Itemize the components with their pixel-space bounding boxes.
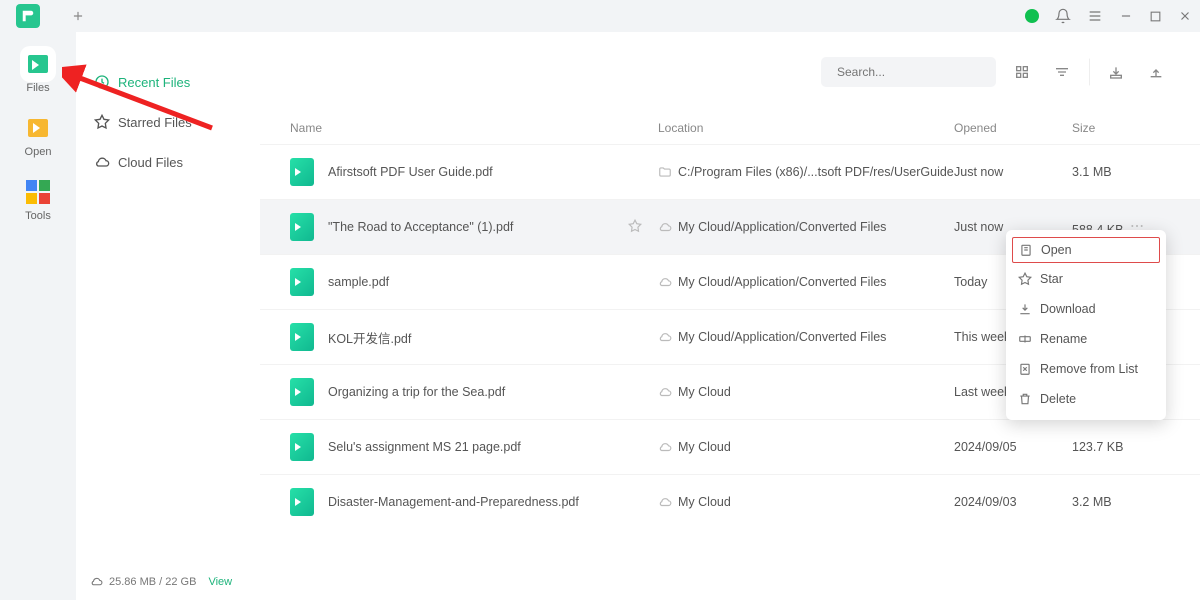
file-name: Organizing a trip for the Sea.pdf: [328, 385, 505, 399]
file-location: My Cloud: [678, 440, 731, 454]
file-location: My Cloud/Application/Converted Files: [678, 220, 886, 234]
storage-text: 25.86 MB / 22 GB: [109, 576, 196, 588]
file-opened: 2024/09/05: [954, 440, 1072, 454]
sidebar-item-cloud[interactable]: Cloud Files: [76, 142, 260, 182]
file-size: 3.2 MB: [1072, 495, 1170, 509]
sort-icon[interactable]: [1048, 58, 1076, 86]
file-name: Afirstsoft PDF User Guide.pdf: [328, 165, 493, 179]
navrail-item-tools[interactable]: Tools: [14, 178, 62, 222]
file-name: KOL开发信.pdf: [328, 328, 411, 347]
titlebar: [0, 0, 1200, 32]
navrail-item-files[interactable]: Files: [14, 50, 62, 94]
sidebar-item-recent[interactable]: Recent Files: [76, 62, 260, 102]
ctx-remove[interactable]: Remove from List: [1006, 354, 1166, 384]
main-toolbar: [260, 32, 1200, 112]
app-logo[interactable]: [16, 4, 40, 28]
search-input-wrap[interactable]: [821, 57, 996, 87]
file-location: C:/Program Files (x86)/...tsoft PDF/res/…: [678, 165, 954, 179]
titlebar-actions: [1025, 8, 1192, 24]
maximize-icon[interactable]: [1149, 10, 1162, 23]
file-icon: [290, 158, 314, 186]
table-header: Name Location Opened Size: [260, 112, 1200, 144]
col-header-size[interactable]: Size: [1072, 121, 1170, 135]
import-icon[interactable]: [1102, 58, 1130, 86]
file-name: Selu's assignment MS 21 page.pdf: [328, 440, 521, 454]
sidebar-item-starred[interactable]: Starred Files: [76, 102, 260, 142]
table-row[interactable]: Afirstsoft PDF User Guide.pdf C:/Program…: [260, 144, 1200, 199]
file-location: My Cloud/Application/Converted Files: [678, 275, 886, 289]
ctx-star[interactable]: Star: [1006, 264, 1166, 294]
cloud-icon: [658, 385, 672, 399]
table-row[interactable]: Selu's assignment MS 21 page.pdf My Clou…: [260, 419, 1200, 474]
file-icon: [290, 268, 314, 296]
file-opened: Just now: [954, 165, 1072, 179]
file-name: "The Road to Acceptance" (1).pdf: [328, 220, 513, 234]
col-header-opened[interactable]: Opened: [954, 121, 1072, 135]
context-menu: Open Star Download Rename Remove from Li…: [1006, 230, 1166, 420]
file-icon: [290, 433, 314, 461]
ctx-open[interactable]: Open: [1012, 237, 1160, 263]
navrail-item-open[interactable]: Open: [14, 114, 62, 158]
cloud-icon: [658, 275, 672, 289]
close-icon[interactable]: [1178, 9, 1192, 23]
file-size: 3.1 MB: [1072, 165, 1170, 179]
file-icon: [290, 323, 314, 351]
status-indicator-icon[interactable]: [1025, 9, 1039, 23]
table-row[interactable]: Disaster-Management-and-Preparedness.pdf…: [260, 474, 1200, 529]
cloud-icon: [658, 330, 672, 344]
storage-view-link[interactable]: View: [208, 576, 232, 588]
search-input[interactable]: [837, 65, 992, 79]
file-size: 123.7 KB: [1072, 440, 1170, 454]
cloud-icon: [658, 220, 672, 234]
file-icon: [290, 378, 314, 406]
grid-view-icon[interactable]: [1008, 58, 1036, 86]
ctx-download[interactable]: Download: [1006, 294, 1166, 324]
menu-icon[interactable]: [1087, 8, 1103, 24]
ctx-delete[interactable]: Delete: [1006, 384, 1166, 414]
file-icon: [290, 213, 314, 241]
col-header-location[interactable]: Location: [658, 121, 954, 135]
file-location: My Cloud/Application/Converted Files: [678, 330, 886, 344]
file-opened: 2024/09/03: [954, 495, 1072, 509]
file-name: sample.pdf: [328, 275, 389, 289]
new-tab-button[interactable]: [64, 2, 92, 30]
bell-icon[interactable]: [1055, 8, 1071, 24]
col-header-name[interactable]: Name: [290, 121, 658, 135]
minimize-icon[interactable]: [1119, 9, 1133, 23]
upload-icon[interactable]: [1142, 58, 1170, 86]
file-location: My Cloud: [678, 385, 731, 399]
divider: [1088, 58, 1090, 86]
file-name: Disaster-Management-and-Preparedness.pdf: [328, 495, 579, 509]
file-icon: [290, 488, 314, 516]
cloud-icon: [658, 440, 672, 454]
file-location: My Cloud: [678, 495, 731, 509]
ctx-rename[interactable]: Rename: [1006, 324, 1166, 354]
storage-status: 25.86 MB / 22 GB View: [90, 575, 232, 588]
folder-icon: [658, 165, 672, 179]
cloud-icon: [658, 495, 672, 509]
sub-sidebar: Recent Files Starred Files Cloud Files 2…: [76, 32, 260, 600]
nav-rail: Files Open Tools: [0, 32, 76, 600]
star-icon[interactable]: [628, 219, 642, 236]
